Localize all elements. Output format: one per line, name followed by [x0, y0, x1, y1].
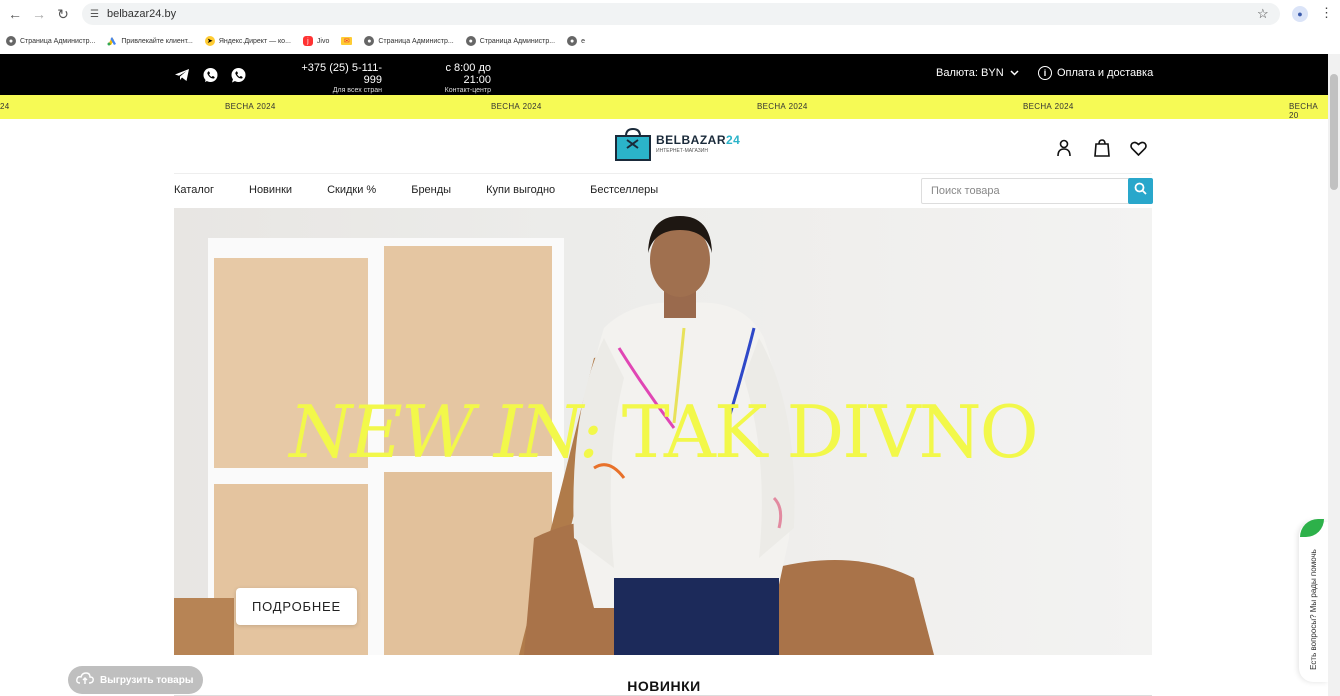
- browser-menu-icon[interactable]: ⋮: [1320, 5, 1333, 21]
- nav-item-new[interactable]: Новинки: [249, 184, 292, 196]
- header-divider: [174, 173, 1152, 174]
- more-details-button[interactable]: ПОДРОБНЕЕ: [236, 588, 357, 625]
- marquee-text: ВЕСНА 2024: [225, 102, 276, 111]
- chevron-down-icon: [1010, 67, 1019, 79]
- jivo-icon: j: [302, 36, 313, 46]
- bookmark-item[interactable]: Привлекайте клиент...: [107, 36, 193, 46]
- hours-note: Контакт-центр: [444, 87, 491, 94]
- heart-icon[interactable]: [1128, 138, 1148, 158]
- bookmark-item[interactable]: ➤ Яндекс.Директ — ко...: [204, 36, 291, 46]
- phone-block[interactable]: +375 (25) 5-111-999 Для всех стран: [290, 62, 382, 94]
- bookmark-item[interactable]: j Jivo: [302, 36, 330, 46]
- marquee-text: 24: [0, 102, 10, 111]
- bookmark-label: Страница Администр...: [378, 37, 454, 45]
- profile-avatar-icon[interactable]: ●: [1292, 6, 1308, 22]
- page-scrollbar[interactable]: [1328, 54, 1340, 696]
- bookmark-label: Привлекайте клиент...: [121, 37, 193, 45]
- globe-icon: ●: [567, 36, 578, 46]
- whatsapp-icon[interactable]: [229, 66, 247, 84]
- nav-item-bestsellers[interactable]: Бестселлеры: [590, 184, 658, 196]
- marquee-text: ВЕСНА 2024: [757, 102, 808, 111]
- bookmarks-bar: ● Страница Администр... Привлекайте клие…: [0, 29, 1340, 53]
- cart-bag-icon[interactable]: [1092, 138, 1112, 158]
- bookmark-label: Страница Администр...: [479, 37, 556, 45]
- chat-widget-label[interactable]: Есть вопросы? Мы рады помочь: [1303, 544, 1323, 674]
- working-hours: с 8:00 до 21:00 Контакт-центр: [415, 62, 491, 94]
- telegram-icon[interactable]: [173, 66, 191, 84]
- scrollbar-thumb[interactable]: [1330, 74, 1338, 190]
- search-button[interactable]: [1128, 178, 1153, 204]
- site-info-icon[interactable]: ☰: [90, 9, 99, 20]
- top-info-bar: +375 (25) 5-111-999 Для всех стран с 8:0…: [0, 54, 1328, 95]
- cloud-upload-icon: [76, 672, 94, 688]
- bookmark-item[interactable]: ● Страница Администр...: [364, 36, 454, 46]
- mail-icon: ✉: [341, 37, 353, 45]
- bookmark-label: Страница Администр...: [20, 37, 96, 45]
- bookmark-item[interactable]: ✉: [341, 37, 353, 45]
- promo-marquee: 24 ВЕСНА 2024 ВЕСНА 2024 ВЕСНА 2024 ВЕСН…: [0, 95, 1328, 119]
- search-icon: [1134, 182, 1147, 200]
- globe-icon: ●: [6, 36, 16, 46]
- marquee-text: ВЕСНА 2024: [491, 102, 542, 111]
- info-icon: i: [1038, 66, 1052, 80]
- hours-text: с 8:00 до 21:00: [445, 62, 491, 86]
- back-icon[interactable]: ←: [2, 1, 28, 27]
- bookmark-label: Jivo: [316, 37, 330, 45]
- bookmark-label: Яндекс.Директ — ко...: [218, 37, 291, 45]
- delivery-label: Оплата и доставка: [1057, 67, 1154, 79]
- nav-item-sale[interactable]: Скидки %: [327, 184, 376, 196]
- upload-products-button[interactable]: Выгрузить товары: [68, 666, 203, 694]
- currency-label: Валюта: BYN: [936, 67, 1004, 79]
- bookmark-item[interactable]: ● e: [567, 36, 585, 46]
- upload-label: Выгрузить товары: [100, 674, 194, 686]
- bookmark-item[interactable]: ● Страница Администр...: [465, 36, 556, 46]
- viber-icon[interactable]: [201, 66, 219, 84]
- delivery-link[interactable]: i Оплата и доставка: [1038, 66, 1153, 80]
- url-text: belbazar24.by: [106, 8, 177, 20]
- reload-icon[interactable]: ↻: [50, 1, 76, 27]
- bookmark-label: e: [581, 37, 585, 45]
- forward-icon[interactable]: →: [26, 1, 52, 27]
- logo-subtitle: ИНТЕРНЕТ-МАГАЗИН: [656, 147, 708, 154]
- google-ads-icon: [107, 36, 117, 46]
- phone-number[interactable]: +375 (25) 5-111-999: [290, 62, 382, 86]
- hero-title: NEW IN: TAK DIVNO: [289, 390, 1038, 474]
- marquee-text: ВЕСНА 2024: [1023, 102, 1074, 111]
- site-logo[interactable]: BELBAZAR24 ИНТЕРНЕТ-МАГАЗИН: [614, 126, 741, 161]
- globe-icon: ●: [364, 36, 375, 46]
- search-input[interactable]: [922, 179, 1128, 203]
- main-navigation: Каталог Новинки Скидки % Бренды Купи выг…: [174, 184, 658, 196]
- nav-item-brands[interactable]: Бренды: [411, 184, 451, 196]
- address-bar[interactable]: ☰ belbazar24.by: [82, 3, 1280, 25]
- globe-icon: ●: [465, 36, 476, 46]
- nav-item-catalog[interactable]: Каталог: [174, 184, 214, 196]
- web-page: +375 (25) 5-111-999 Для всех стран с 8:0…: [0, 54, 1328, 696]
- bookmark-star-icon[interactable]: ☆: [1257, 6, 1269, 22]
- hero-banner[interactable]: NEW IN: TAK DIVNO ПОДРОБНЕЕ: [174, 208, 1152, 655]
- user-icon[interactable]: [1054, 138, 1074, 158]
- browser-toolbar: ← → ↻ ☰ belbazar24.by ☆ ● ⋮: [0, 0, 1340, 29]
- nav-item-deals[interactable]: Купи выгодно: [486, 184, 555, 196]
- search-box: [921, 178, 1152, 204]
- yandex-direct-icon: ➤: [204, 36, 215, 46]
- marquee-text: ВЕСНА 20: [1289, 102, 1319, 119]
- shopping-bag-logo-icon: [614, 126, 652, 161]
- bookmark-item[interactable]: ● Страница Администр...: [6, 36, 95, 46]
- logo-name: BELBAZAR24: [656, 132, 741, 147]
- currency-selector[interactable]: Валюта: BYN: [936, 67, 1019, 79]
- phone-note: Для всех стран: [332, 87, 382, 94]
